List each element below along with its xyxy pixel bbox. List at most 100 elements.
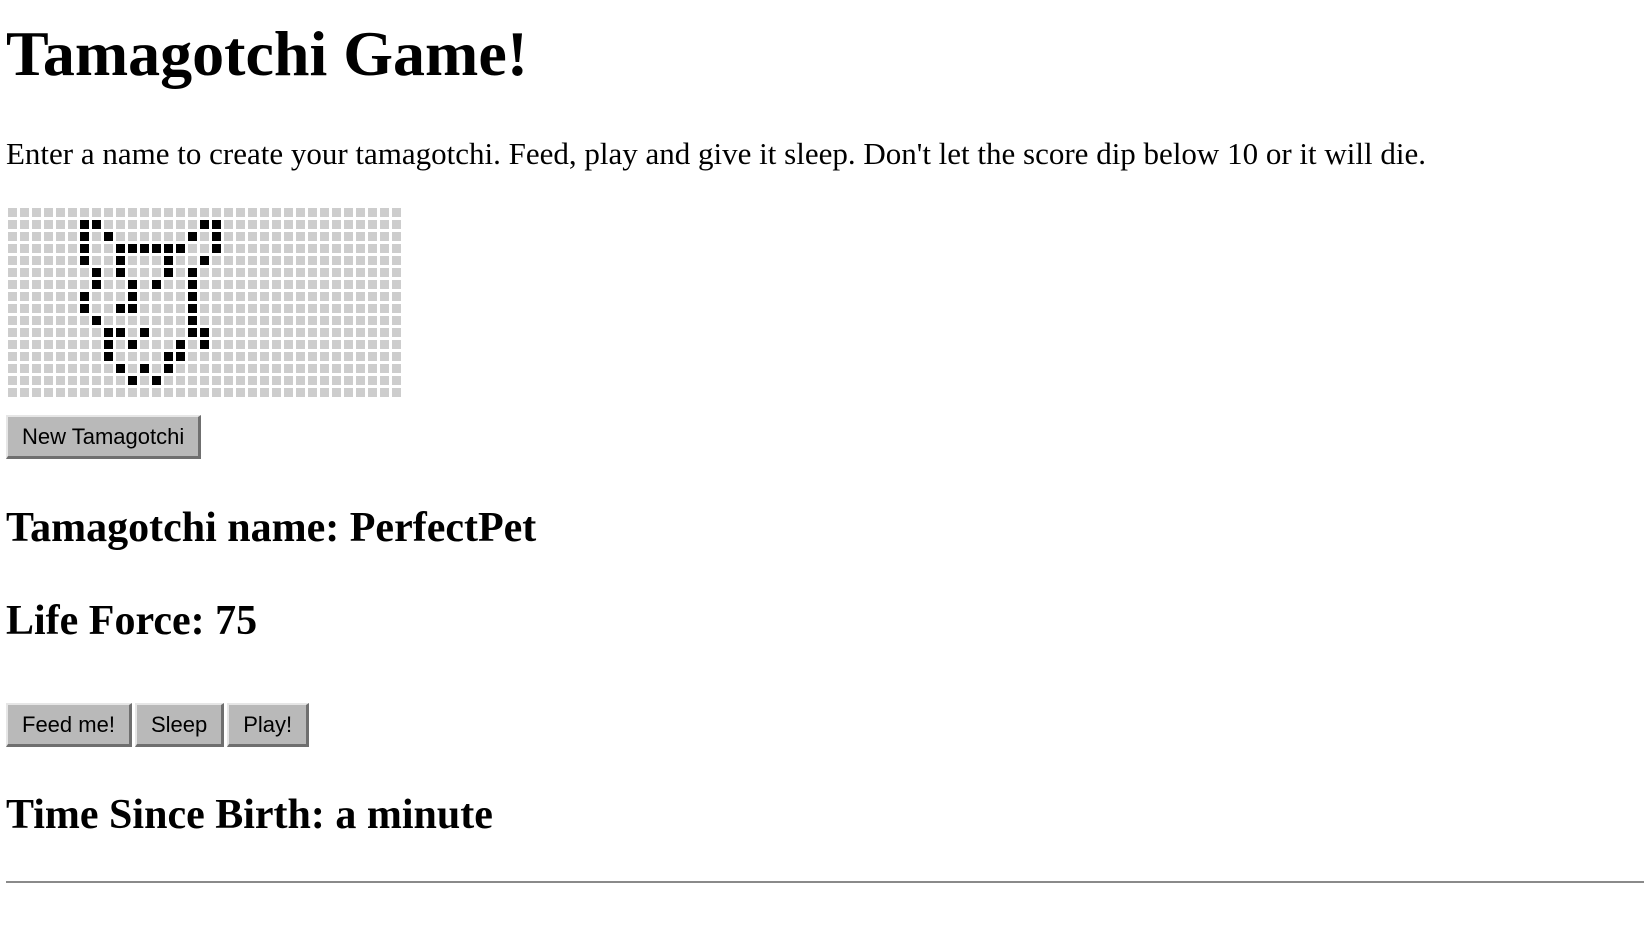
pixel-off: [55, 231, 65, 241]
pixel-on: [199, 219, 209, 229]
pixel-off: [7, 375, 17, 385]
pixel-on: [187, 315, 197, 325]
pixel-off: [115, 279, 125, 289]
pixel-off: [343, 243, 353, 253]
pixel-off: [223, 231, 233, 241]
pixel-off: [235, 207, 245, 217]
pixel-off: [391, 339, 401, 349]
pixel-off: [55, 339, 65, 349]
pixel-off: [283, 291, 293, 301]
pixel-off: [247, 375, 257, 385]
pixel-off: [67, 375, 77, 385]
pixel-off: [283, 303, 293, 313]
pixel-on: [187, 267, 197, 277]
pixel-off: [391, 231, 401, 241]
pixel-off: [223, 303, 233, 313]
pixel-off: [127, 219, 137, 229]
pixel-off: [355, 255, 365, 265]
pixel-off: [343, 375, 353, 385]
pixel-off: [115, 351, 125, 361]
pixel-off: [367, 315, 377, 325]
pixel-off: [343, 207, 353, 217]
pixel-on: [127, 303, 137, 313]
pixel-off: [223, 255, 233, 265]
pixel-off: [199, 207, 209, 217]
pixel-off: [319, 279, 329, 289]
pixel-off: [331, 219, 341, 229]
pixel-off: [367, 255, 377, 265]
pixel-on: [163, 351, 173, 361]
pixel-off: [319, 375, 329, 385]
pixel-off: [55, 243, 65, 253]
pixel-off: [151, 363, 161, 373]
pixel-off: [295, 351, 305, 361]
pixel-off: [187, 207, 197, 217]
pixel-off: [43, 255, 53, 265]
pixel-off: [187, 255, 197, 265]
pixel-off: [223, 279, 233, 289]
pixel-off: [283, 375, 293, 385]
pixel-off: [295, 255, 305, 265]
pixel-off: [379, 375, 389, 385]
pixel-off: [283, 351, 293, 361]
feed-button[interactable]: Feed me!: [6, 703, 132, 747]
pixel-off: [31, 315, 41, 325]
divider: [6, 881, 1644, 883]
pixel-on: [199, 339, 209, 349]
pixel-off: [43, 387, 53, 397]
pixel-off: [235, 243, 245, 253]
pixel-off: [271, 219, 281, 229]
pixel-off: [91, 387, 101, 397]
pixel-off: [103, 255, 113, 265]
pixel-off: [259, 315, 269, 325]
pixel-off: [175, 327, 185, 337]
pixel-off: [19, 363, 29, 373]
pixel-off: [103, 375, 113, 385]
pixel-off: [103, 267, 113, 277]
pixel-off: [319, 291, 329, 301]
pixel-off: [391, 351, 401, 361]
pixel-on: [163, 243, 173, 253]
pixel-on: [79, 255, 89, 265]
pixel-off: [379, 255, 389, 265]
pixel-off: [19, 207, 29, 217]
pixel-off: [103, 207, 113, 217]
pixel-off: [55, 207, 65, 217]
pixel-off: [235, 339, 245, 349]
pixel-off: [127, 231, 137, 241]
pixel-off: [331, 291, 341, 301]
pixel-off: [211, 375, 221, 385]
pixel-on: [187, 303, 197, 313]
pixel-off: [379, 303, 389, 313]
pixel-on: [115, 327, 125, 337]
play-button[interactable]: Play!: [227, 703, 310, 747]
pixel-off: [283, 279, 293, 289]
pixel-off: [91, 327, 101, 337]
pixel-off: [307, 303, 317, 313]
pixel-off: [43, 231, 53, 241]
pixel-on: [127, 243, 137, 253]
pixel-off: [247, 231, 257, 241]
pixel-on: [127, 279, 137, 289]
pixel-off: [343, 363, 353, 373]
pixel-off: [379, 231, 389, 241]
pixel-off: [91, 243, 101, 253]
pixel-off: [79, 387, 89, 397]
pixel-off: [19, 291, 29, 301]
pixel-off: [211, 279, 221, 289]
pixel-off: [211, 327, 221, 337]
pixel-off: [139, 315, 149, 325]
pixel-off: [7, 339, 17, 349]
pixel-off: [331, 303, 341, 313]
time-since-birth-heading: Time Since Birth: a minute: [6, 792, 493, 838]
new-tamagotchi-button[interactable]: New Tamagotchi: [6, 415, 202, 459]
pixel-off: [163, 231, 173, 241]
pixel-off: [55, 291, 65, 301]
sleep-button[interactable]: Sleep: [134, 703, 225, 747]
pixel-on: [187, 291, 197, 301]
pixel-on: [115, 255, 125, 265]
pixel-off: [307, 315, 317, 325]
pixel-off: [223, 375, 233, 385]
pixel-on: [187, 231, 197, 241]
pixel-off: [7, 303, 17, 313]
